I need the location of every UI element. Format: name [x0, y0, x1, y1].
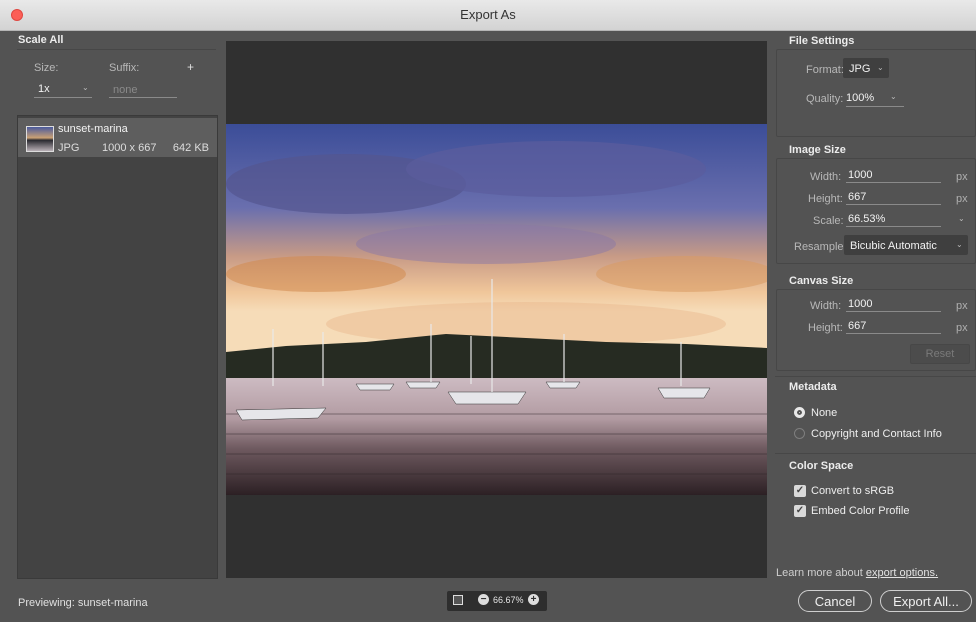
convert-srgb-label[interactable]: Convert to sRGB — [811, 485, 894, 497]
close-window-button[interactable] — [11, 9, 23, 21]
size-select[interactable]: 1x ⌄ — [34, 83, 92, 97]
metadata-heading: Metadata — [789, 381, 837, 393]
add-scale-button[interactable]: + — [187, 60, 194, 74]
zoom-level: 66.67% — [493, 595, 524, 605]
canvas-height-unit: px — [956, 322, 968, 334]
size-value: 1x — [38, 83, 50, 95]
scale-all-divider — [17, 49, 216, 50]
quality-select[interactable]: 100% ⌄ — [846, 92, 904, 106]
asset-name: sunset-marina — [58, 123, 128, 135]
embed-profile-label[interactable]: Embed Color Profile — [811, 505, 909, 517]
export-all-button[interactable]: Export All... — [880, 590, 972, 612]
chevron-down-icon: ⌄ — [890, 92, 897, 101]
metadata-none-label[interactable]: None — [811, 407, 837, 419]
scale-underline — [846, 226, 941, 227]
chevron-down-icon: ⌄ — [877, 63, 884, 72]
size-underline — [34, 97, 92, 98]
size-label: Size: — [34, 62, 59, 74]
format-label: Format: — [806, 64, 844, 76]
color-space-divider — [775, 453, 976, 454]
format-select[interactable]: JPG ⌄ — [843, 58, 889, 78]
asset-list: sunset-marina JPG 1000 x 667 642 KB — [17, 115, 218, 579]
chevron-down-icon: ⌄ — [82, 83, 89, 92]
resample-value: Bicubic Automatic — [850, 240, 937, 252]
reset-button[interactable]: Reset — [910, 344, 970, 364]
preview-area[interactable] — [226, 41, 767, 578]
metadata-none-radio[interactable] — [794, 407, 805, 418]
metadata-copyright-radio[interactable] — [794, 428, 805, 439]
canvas-width-underline — [846, 311, 941, 312]
image-width-unit: px — [956, 171, 968, 183]
preview-image — [226, 124, 767, 495]
scale-input[interactable]: 66.53% — [848, 213, 885, 225]
color-space-heading: Color Space — [789, 460, 854, 472]
learn-more-text: Learn more about export options. — [776, 567, 938, 579]
canvas-width-input[interactable]: 1000 — [848, 298, 872, 310]
convert-srgb-checkbox[interactable]: ✓ — [794, 485, 806, 497]
canvas-height-label: Height: — [808, 322, 843, 334]
image-height-label: Height: — [808, 193, 843, 205]
format-value: JPG — [849, 63, 871, 75]
cancel-button[interactable]: Cancel — [798, 590, 872, 612]
asset-format: JPG — [58, 142, 80, 154]
resample-label: Resample: — [794, 241, 847, 253]
file-settings-heading: File Settings — [789, 35, 855, 47]
fit-view-icon[interactable] — [453, 595, 463, 605]
image-height-underline — [846, 204, 941, 205]
suffix-label: Suffix: — [109, 62, 140, 74]
image-size-heading: Image Size — [789, 144, 846, 156]
metadata-divider — [775, 376, 976, 377]
image-height-input[interactable]: 667 — [848, 191, 866, 203]
asset-item[interactable]: sunset-marina JPG 1000 x 667 642 KB — [18, 118, 217, 157]
embed-profile-checkbox[interactable]: ✓ — [794, 505, 806, 517]
resample-select[interactable]: Bicubic Automatic ⌄ — [844, 235, 968, 255]
suffix-underline — [109, 97, 177, 98]
zoom-bar: − 66.67% + — [447, 591, 547, 611]
scale-all-heading: Scale All — [18, 34, 64, 46]
suffix-input[interactable]: none — [113, 84, 137, 96]
previewing-label: Previewing: sunset-marina — [18, 597, 148, 609]
image-width-label: Width: — [810, 171, 842, 183]
asset-thumbnail — [26, 126, 54, 152]
image-width-underline — [846, 182, 941, 183]
quality-value: 100% — [846, 92, 875, 104]
asset-dimensions: 1000 x 667 — [102, 142, 157, 154]
zoom-out-icon[interactable]: − — [478, 594, 489, 605]
scale-label: Scale: — [813, 215, 844, 227]
canvas-height-input[interactable]: 667 — [848, 320, 866, 332]
image-width-input[interactable]: 1000 — [848, 169, 872, 181]
export-options-link[interactable]: export options. — [866, 567, 938, 579]
canvas-width-unit: px — [956, 300, 968, 312]
learn-more-prefix: Learn more about — [776, 567, 866, 579]
title-bar: Export As — [0, 0, 976, 31]
quality-underline — [846, 106, 904, 107]
canvas-width-label: Width: — [810, 300, 842, 312]
image-height-unit: px — [956, 193, 968, 205]
canvas-size-heading: Canvas Size — [789, 275, 854, 287]
quality-label: Quality: — [806, 93, 844, 105]
canvas-height-underline — [846, 333, 941, 334]
window-title: Export As — [460, 7, 516, 22]
scale-chevron-down-icon[interactable]: ⌄ — [958, 214, 965, 223]
asset-filesize: 642 KB — [172, 142, 209, 154]
metadata-copyright-label[interactable]: Copyright and Contact Info — [811, 428, 942, 440]
zoom-in-icon[interactable]: + — [528, 594, 539, 605]
chevron-down-icon: ⌄ — [956, 240, 963, 249]
